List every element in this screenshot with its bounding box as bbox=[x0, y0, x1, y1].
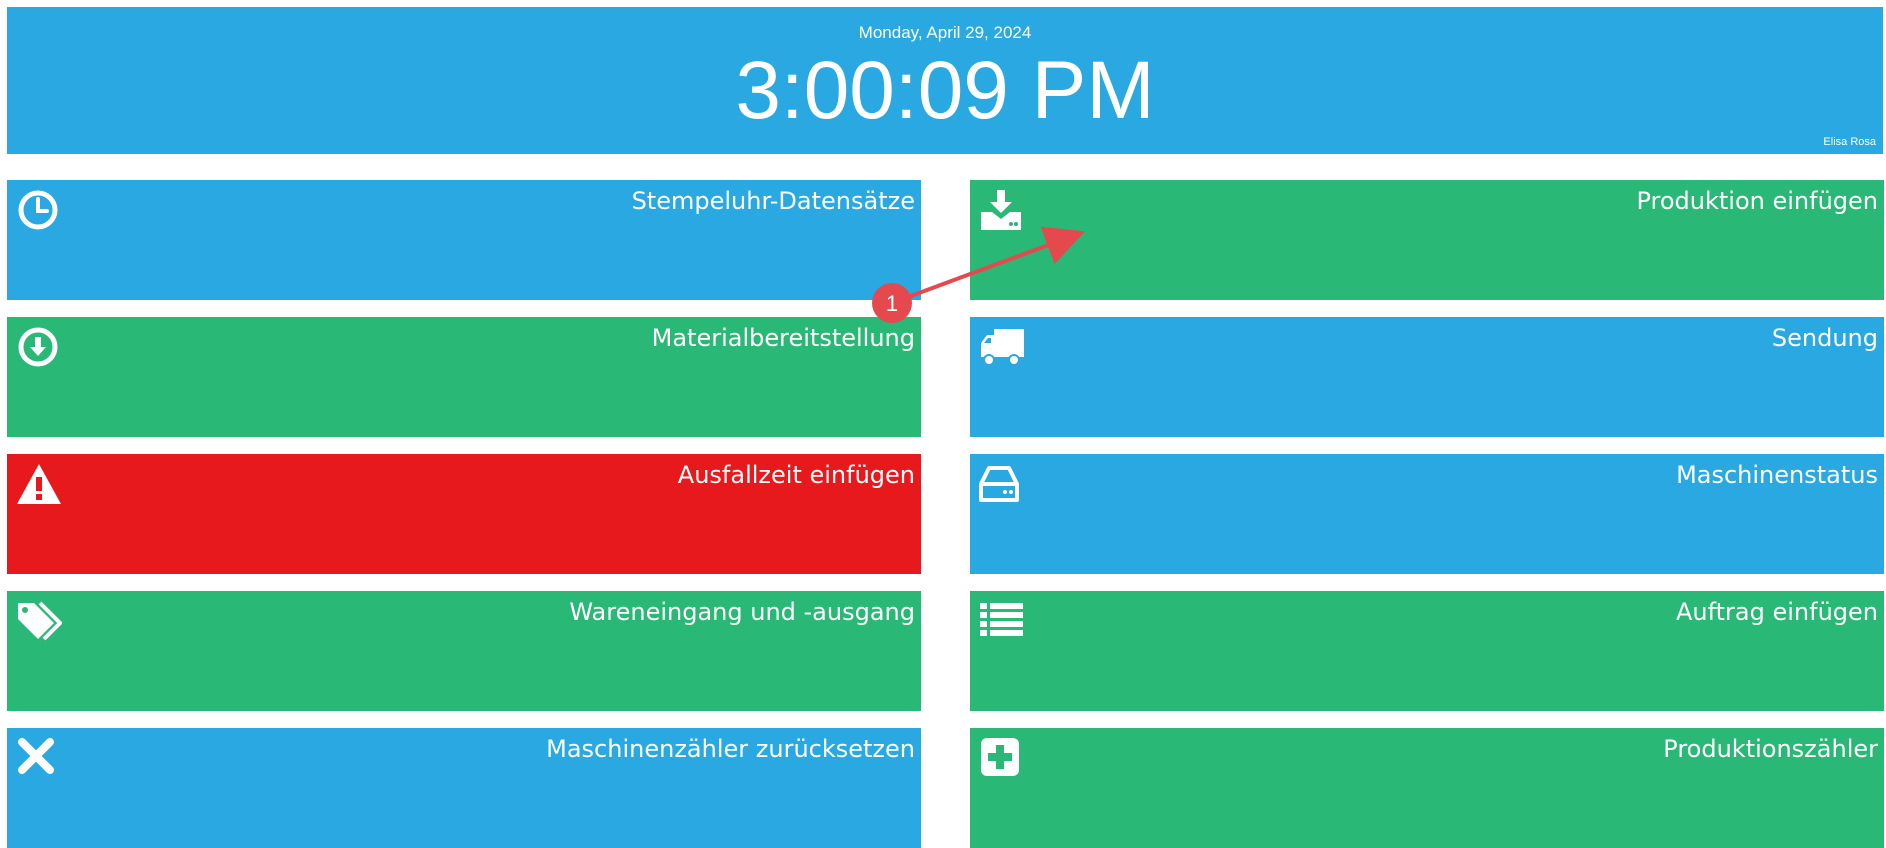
tile-production-counter[interactable]: Produktionszähler bbox=[970, 728, 1884, 848]
tile-label: Sendung bbox=[1771, 324, 1878, 352]
tile-timeclock-records[interactable]: Stempeluhr-Datensätze bbox=[7, 180, 921, 300]
tile-production-insert[interactable]: Produktion einfügen bbox=[970, 180, 1884, 300]
tile-shipment[interactable]: Sendung bbox=[970, 317, 1884, 437]
user-name: Elisa Rosa bbox=[1823, 136, 1876, 148]
close-icon bbox=[18, 738, 54, 774]
tile-label: Maschinenzähler zurücksetzen bbox=[546, 735, 915, 763]
current-time: 3:00:09 PM bbox=[735, 45, 1155, 136]
tile-label: Auftrag einfügen bbox=[1675, 598, 1878, 626]
tile-order-insert[interactable]: Auftrag einfügen bbox=[970, 591, 1884, 711]
tile-label: Maschinenstatus bbox=[1676, 461, 1878, 489]
download-tray-icon bbox=[981, 190, 1021, 230]
tags-icon bbox=[18, 601, 62, 641]
plus-square-icon bbox=[981, 738, 1019, 776]
tile-label: Wareneingang und -ausgang bbox=[569, 598, 915, 626]
download-circle-icon bbox=[18, 327, 58, 367]
tile-label: Ausfallzeit einfügen bbox=[677, 461, 915, 489]
truck-icon bbox=[981, 329, 1024, 366]
current-date: Monday, April 29, 2024 bbox=[858, 23, 1032, 42]
warning-icon bbox=[17, 464, 61, 504]
tile-label: Stempeluhr-Datensätze bbox=[631, 187, 915, 215]
list-icon bbox=[980, 603, 1023, 636]
tile-label: Produktionszähler bbox=[1663, 735, 1878, 763]
tile-downtime-insert[interactable]: Ausfallzeit einfügen bbox=[7, 454, 921, 574]
hdd-icon bbox=[979, 466, 1019, 502]
tile-machine-counter-reset[interactable]: Maschinenzähler zurücksetzen bbox=[7, 728, 921, 848]
tile-label: Produktion einfügen bbox=[1636, 187, 1878, 215]
tile-goods-in-out[interactable]: Wareneingang und -ausgang bbox=[7, 591, 921, 711]
header-clock-banner: Monday, April 29, 2024 3:00:09 PM Elisa … bbox=[7, 7, 1883, 154]
tile-label: Materialbereitstellung bbox=[651, 324, 915, 352]
tile-material-provision[interactable]: Materialbereitstellung bbox=[7, 317, 921, 437]
tile-machine-status[interactable]: Maschinenstatus bbox=[970, 454, 1884, 574]
clock-icon bbox=[18, 190, 58, 230]
